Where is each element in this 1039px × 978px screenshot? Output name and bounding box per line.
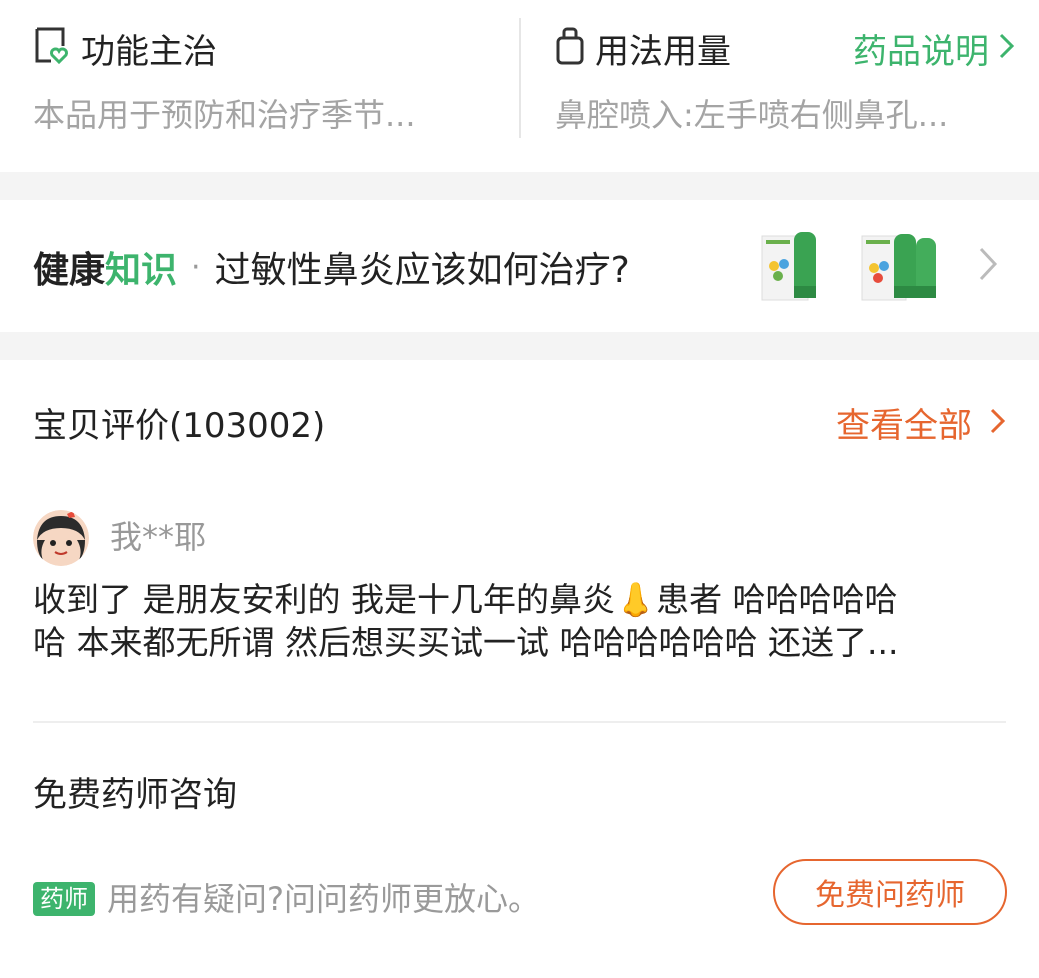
- health-question: 过敏性鼻炎应该如何治疗?: [214, 250, 630, 291]
- chevron-right-icon: [990, 403, 1006, 443]
- ask-pharmacist-button[interactable]: 免费问药师: [773, 859, 1007, 925]
- consult-title: 免费药师咨询: [33, 775, 237, 815]
- usage-block[interactable]: 用法用量 药品说明 鼻腔喷入:左手喷右侧鼻孔...: [555, 0, 1015, 172]
- section-gap: [0, 172, 1039, 200]
- drug-manual-link[interactable]: 药品说明: [853, 24, 1015, 72]
- bottle-icon: [555, 26, 585, 70]
- drug-manual-label: 药品说明: [853, 31, 989, 72]
- product-thumbnail[interactable]: [860, 228, 936, 304]
- product-thumbnail[interactable]: [760, 228, 824, 304]
- function-description: 本品用于预防和治疗季节...: [33, 96, 416, 134]
- separator-dot: ·: [191, 249, 201, 285]
- view-all-reviews-link[interactable]: 查看全部: [836, 398, 1006, 447]
- usage-title-row: 用法用量: [555, 24, 731, 72]
- review-text[interactable]: 收到了 是朋友安利的 我是十几年的鼻炎👃患者 哈哈哈哈哈 哈 本来都无所谓 然后…: [33, 578, 1008, 664]
- reviews-section: 宝贝评价(103002) 查看全部 我**耶 收到了 是朋友安利的 我是十几年的…: [0, 360, 1039, 978]
- divider: [33, 721, 1006, 723]
- review-username: 我**耶: [110, 518, 207, 556]
- pharmacist-badge: 药师: [33, 882, 95, 916]
- consult-tip: 用药有疑问?问问药师更放心。: [107, 880, 540, 918]
- avatar: [33, 510, 89, 566]
- section-gap: [0, 332, 1039, 360]
- review-text-line: 哈 本来都无所谓 然后想买买试一试 哈哈哈哈哈哈 还送了...: [33, 623, 899, 662]
- reviews-header: 宝贝评价(103002): [33, 406, 326, 446]
- view-all-label: 查看全部: [836, 406, 972, 446]
- chevron-right-icon: [999, 28, 1015, 68]
- usage-label: 用法用量: [595, 31, 731, 72]
- usage-description: 鼻腔喷入:左手喷右侧鼻孔...: [555, 96, 949, 134]
- chevron-right-icon[interactable]: [978, 246, 998, 286]
- function-label: 功能主治: [81, 31, 217, 72]
- health-knowledge-row: 健康 知识 · 过敏性鼻炎应该如何治疗?: [33, 240, 630, 294]
- review-text-line: 收到了 是朋友安利的 我是十几年的鼻炎👃患者 哈哈哈哈哈: [33, 580, 898, 619]
- function-title-row: 功能主治: [33, 24, 217, 72]
- shield-heart-icon: [33, 26, 71, 70]
- knowledge-prefix: 知识: [105, 250, 178, 291]
- info-divider: [519, 18, 521, 138]
- health-prefix: 健康: [33, 250, 106, 291]
- function-block[interactable]: 功能主治 本品用于预防和治疗季节...: [33, 0, 493, 172]
- drug-info-section: 功能主治 本品用于预防和治疗季节... 用法用量 药品说明 鼻腔喷入:左手喷右侧…: [0, 0, 1039, 172]
